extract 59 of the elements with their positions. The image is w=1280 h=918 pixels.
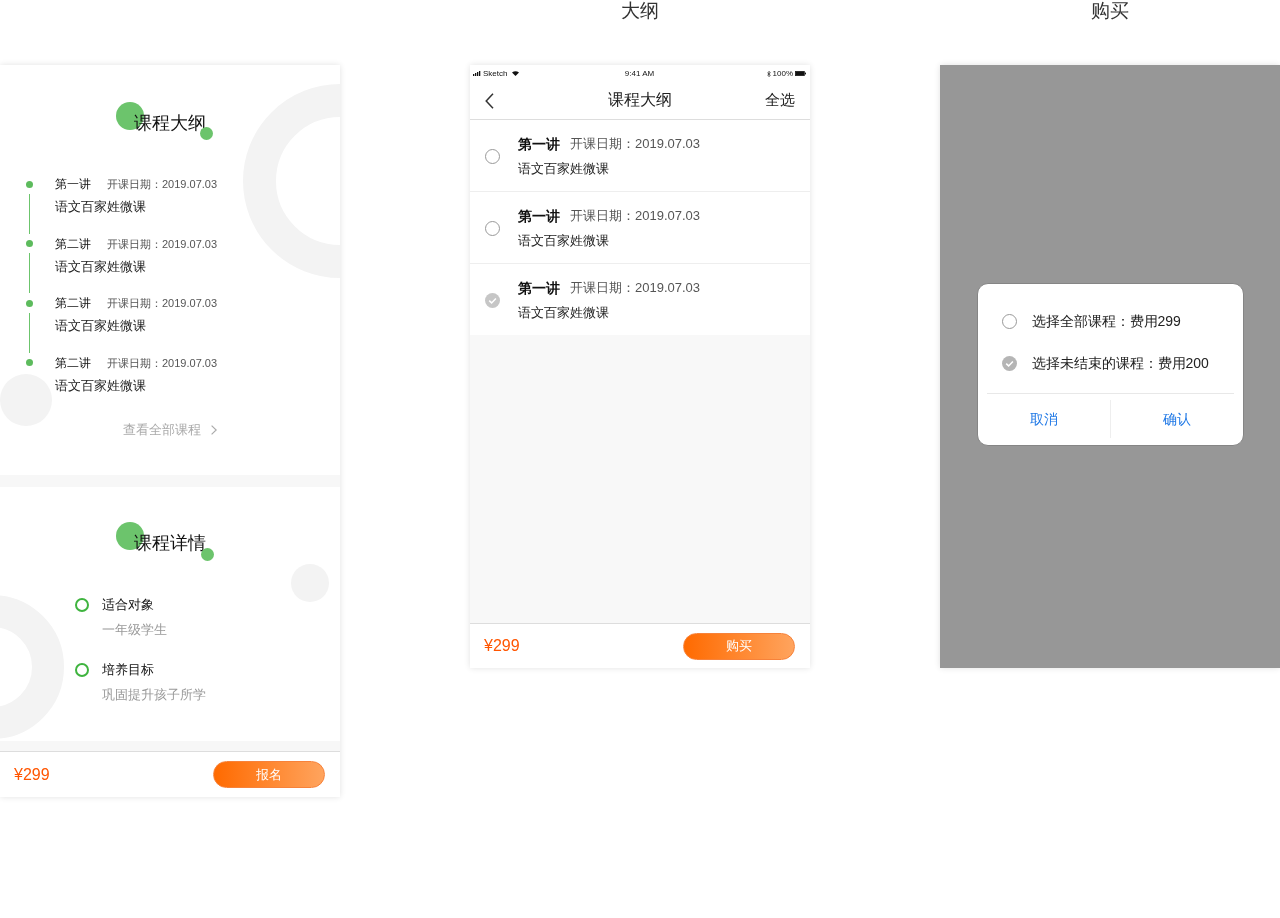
timeline-dot-icon [25,359,33,367]
checked-radio-icon[interactable] [484,293,500,308]
battery-icon [795,71,806,76]
lesson-row[interactable]: 第一讲 开课日期：2019.07.03 语文百家姓微课 [470,192,810,264]
cancel-button[interactable]: 取消 [977,394,1110,445]
timeline-dot-icon [25,240,33,248]
option-label[interactable]: 选择全部课程：费用299 [1031,311,1181,331]
signal-icon [473,71,481,76]
timeline-dot-icon [25,180,33,188]
lesson-title: 第一讲 [518,135,560,153]
course-name: 语文百家姓微课 [55,258,146,276]
price: ¥299 [484,637,520,655]
lesson-date: 开课日期：2019.07.03 [107,296,218,312]
lesson-date: 开课日期：2019.07.03 [107,236,218,252]
detail-value: 一年级学生 [102,622,167,639]
lesson-title: 第一讲 [518,279,560,297]
lesson-title: 第二讲 [55,295,91,313]
wifi-icon [512,71,520,76]
course-name: 语文百家姓微课 [55,318,146,336]
radio-icon[interactable] [484,221,500,236]
timeline-dot-icon [25,299,33,307]
lesson-date: 开课日期：2019.07.03 [570,279,701,297]
bluetooth-icon [766,70,771,77]
screen-caption: 大纲 [621,0,659,22]
lesson-title: 第二讲 [55,354,91,372]
checked-radio-icon[interactable] [1001,355,1017,371]
lesson-row[interactable]: 第一讲 开课日期：2019.07.03 语文百家姓微课 [470,120,810,192]
radio-icon[interactable] [1001,313,1017,329]
lesson-title: 第一讲 [518,207,560,225]
screen-caption: 购买 [1091,0,1129,22]
select-all-button[interactable]: 全选 [765,91,795,110]
lesson-date: 开课日期：2019.07.03 [107,177,218,192]
battery-percent: 100% [772,68,793,79]
price: ¥299 [14,765,50,784]
ring-icon [75,598,89,612]
back-button[interactable] [485,92,494,109]
detail-value: 巩固提升孩子所学 [102,687,206,704]
lesson-title: 第一讲 [55,176,91,193]
nav-title: 课程大纲 [608,90,672,110]
ring-icon [75,663,89,677]
course-name: 语文百家姓微课 [55,377,146,395]
radio-icon[interactable] [484,149,500,164]
chevron-icon [211,424,217,435]
course-name: 语文百家姓微课 [518,160,609,178]
confirm-button[interactable]: 确认 [1110,394,1243,445]
course-name: 语文百家姓微课 [55,199,146,216]
carrier-name: Sketch [483,68,508,79]
lesson-row[interactable]: 第一讲 开课日期：2019.07.03 语文百家姓微课 [470,264,810,335]
course-name: 语文百家姓微课 [518,232,609,250]
status-time: 9:41 AM [624,68,655,79]
lesson-date: 开课日期：2019.07.03 [107,355,218,371]
lesson-date: 开课日期：2019.07.03 [570,135,701,153]
course-name: 语文百家姓微课 [518,304,609,322]
lesson-title: 第二讲 [55,235,91,253]
lesson-date: 开课日期：2019.07.03 [570,207,701,225]
detail-label: 适合对象 [102,596,154,614]
option-label[interactable]: 选择未结束的课程：费用200 [1031,353,1209,373]
detail-label: 培养目标 [102,661,154,679]
back-icon [485,92,494,109]
